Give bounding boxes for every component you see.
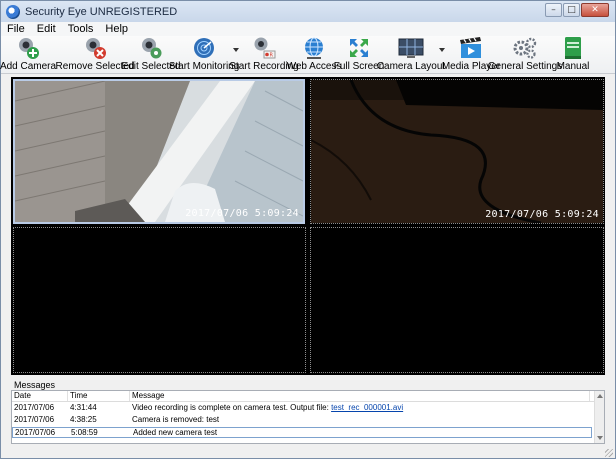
message-text: Camera is removed: test: [132, 415, 220, 424]
menu-bar: File Edit Tools Help: [1, 22, 615, 36]
film-clapper-icon: [458, 36, 484, 60]
general-settings-button[interactable]: General Settings: [488, 36, 562, 73]
expand-arrows-icon: [346, 36, 372, 60]
camera-view-1[interactable]: 2017/07/06 5:09:24: [13, 79, 305, 224]
minimize-button[interactable]: –: [545, 3, 562, 17]
start-recording-button[interactable]: R Start Recording: [229, 36, 299, 73]
message-row[interactable]: 2017/07/06 4:38:25 Camera is removed: te…: [12, 415, 604, 426]
message-text: Added new camera test: [133, 428, 218, 437]
column-header-date[interactable]: Date: [12, 391, 68, 401]
camera-view-4[interactable]: [310, 227, 604, 373]
messages-scrollbar[interactable]: [594, 391, 604, 443]
output-file-link[interactable]: test_rec_000001.avi: [331, 403, 403, 412]
globe-icon: [301, 36, 327, 60]
edit-camera-icon: [138, 36, 164, 60]
status-bar: [1, 446, 615, 458]
add-camera-button[interactable]: Add Camera: [0, 36, 56, 73]
message-date: 2017/07/06: [15, 428, 56, 437]
manual-label: Manual: [556, 61, 590, 72]
toolbar: Add Camera Remove Selected Edit Selected…: [0, 36, 615, 74]
messages-header: Date Time Message: [12, 391, 604, 402]
radar-icon: [191, 36, 217, 60]
messages-label: Messages: [14, 380, 56, 390]
remove-selected-button[interactable]: Remove Selected: [56, 36, 134, 73]
message-row-selected[interactable]: 2017/07/06 5:08:59 Added new camera test: [12, 427, 592, 438]
remove-camera-icon: [82, 36, 108, 60]
camera-grid: 2017/07/06 5:09:24 2017/07/06 5:09:24: [11, 77, 605, 375]
scroll-up-icon[interactable]: [597, 394, 603, 398]
message-text: Video recording is complete on camera te…: [130, 403, 590, 414]
app-logo-icon: [6, 4, 20, 19]
book-icon: [560, 36, 586, 60]
menu-file[interactable]: File: [7, 23, 25, 35]
record-camera-icon: R: [251, 36, 277, 60]
full-screen-button[interactable]: Full Screen: [334, 36, 384, 73]
message-date: 2017/07/06: [14, 403, 55, 412]
media-player-button[interactable]: Media Player: [442, 36, 500, 73]
web-access-button[interactable]: Web Access: [287, 36, 341, 73]
start-monitoring-button[interactable]: Start Monitoring: [169, 36, 239, 73]
camera-layout-label: Camera Layout: [376, 61, 446, 72]
window-controls: – □ ✕: [545, 3, 609, 17]
camera-2-timestamp: 2017/07/06 5:09:24: [485, 209, 599, 220]
layout-grid-icon: [398, 36, 424, 60]
camera-layout-button[interactable]: Camera Layout: [377, 36, 445, 73]
title-bar[interactable]: Security Eye UNREGISTERED – □ ✕: [1, 1, 615, 22]
scroll-down-icon[interactable]: [597, 436, 603, 440]
gears-icon: [512, 36, 538, 60]
menu-help[interactable]: Help: [105, 23, 128, 35]
camera-view-2[interactable]: 2017/07/06 5:09:24: [310, 79, 604, 224]
add-camera-icon: [15, 36, 41, 60]
camera-2-feed: [311, 80, 603, 223]
camera-view-3[interactable]: [13, 227, 306, 373]
camera-1-timestamp: 2017/07/06 5:09:24: [185, 208, 299, 219]
general-settings-label: General Settings: [487, 61, 563, 72]
layout-dropdown-icon[interactable]: [439, 48, 445, 52]
message-text-body: Video recording is complete on camera te…: [132, 403, 332, 412]
window-title: Security Eye UNREGISTERED: [25, 5, 178, 18]
svg-text:R: R: [270, 53, 274, 59]
resize-grip-icon[interactable]: [605, 449, 613, 457]
manual-button[interactable]: Manual: [557, 36, 589, 73]
message-date: 2017/07/06: [14, 415, 55, 424]
edit-selected-button[interactable]: Edit Selected: [122, 36, 180, 73]
message-time: 5:08:59: [71, 428, 98, 437]
column-header-message[interactable]: Message: [130, 391, 590, 401]
maximize-button[interactable]: □: [563, 3, 580, 17]
menu-tools[interactable]: Tools: [68, 23, 94, 35]
menu-edit[interactable]: Edit: [37, 23, 56, 35]
message-time: 4:31:44: [70, 403, 97, 412]
message-time: 4:38:25: [70, 415, 97, 424]
close-button[interactable]: ✕: [581, 3, 609, 17]
column-header-time[interactable]: Time: [68, 391, 130, 401]
message-row[interactable]: 2017/07/06 4:31:44 Video recording is co…: [12, 403, 604, 414]
camera-1-feed: [15, 81, 303, 222]
messages-panel: Date Time Message 2017/07/06 4:31:44 Vid…: [11, 390, 605, 444]
app-window: Security Eye UNREGISTERED – □ ✕ File Edi…: [0, 0, 616, 459]
add-camera-label: Add Camera: [0, 61, 57, 72]
